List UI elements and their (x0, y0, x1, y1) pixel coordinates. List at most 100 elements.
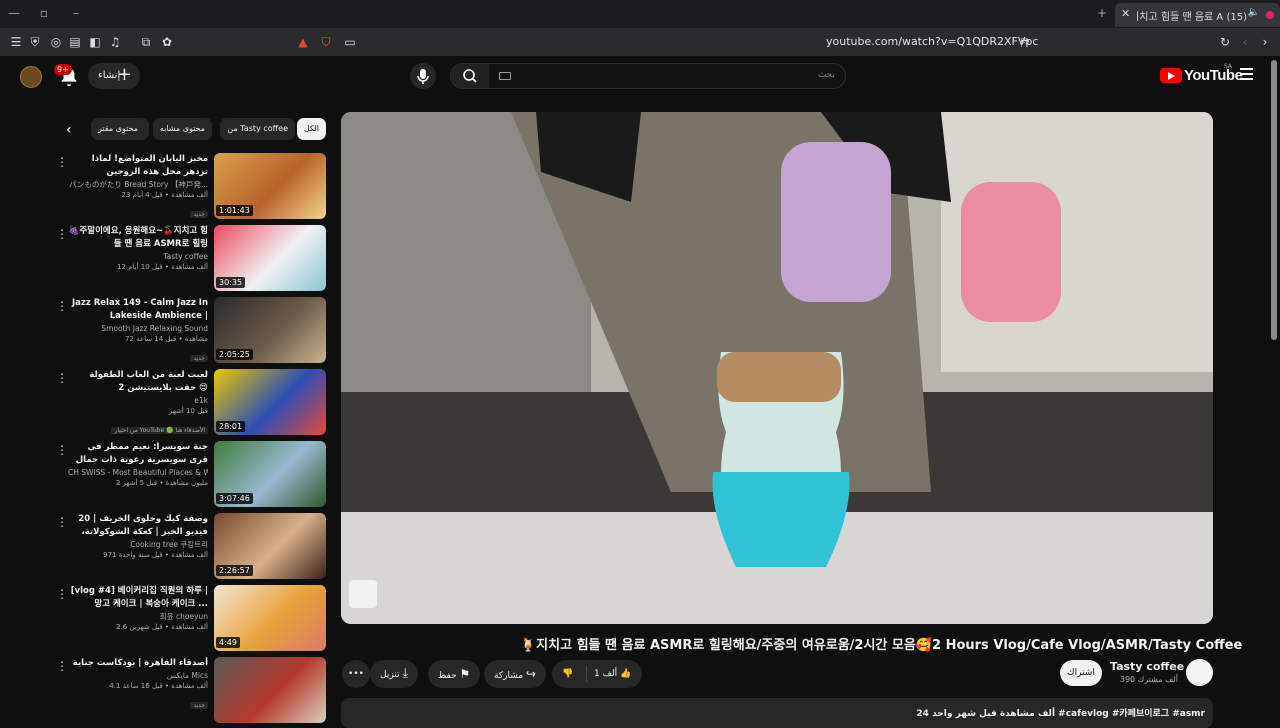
related-thumbnail[interactable]: 3:07:46 (214, 441, 326, 507)
channel-watermark[interactable] (349, 580, 377, 608)
guide-menu-icon[interactable] (1240, 68, 1253, 80)
related-title[interactable]: مخبز اليابان المتواضع! لماذا تزدهر محل ه… (68, 153, 208, 179)
related-title[interactable]: [vlog #4] 베이커리집 직원의 하루 | 망고 케이크 | 복숭아 케이… (68, 585, 208, 611)
share-button[interactable]: مشاركة ↪ (484, 660, 546, 688)
related-title[interactable]: جنة سويسرا: نعيم ممطر في قرى سويسرية رعو… (68, 441, 208, 467)
keyboard-icon[interactable] (499, 72, 511, 80)
related-thumbnail[interactable]: 30:35 (214, 225, 326, 291)
save-button[interactable]: حفظ ⚑ (428, 660, 481, 688)
more-actions-button[interactable]: ••• (342, 660, 370, 688)
related-channel[interactable]: Cooking tree 쿠킹트리 (68, 539, 208, 550)
brave-rewards-icon[interactable]: ▲ (295, 34, 311, 50)
chip-from-channel[interactable]: من Tasty coffee (220, 118, 295, 140)
wallet-icon[interactable]: ▤ (67, 34, 83, 50)
more-vert-icon[interactable]: ⋮ (56, 155, 68, 169)
related-video-item[interactable]: ⋮ مخبز اليابان المتواضع! لماذا تزدهر محل … (56, 153, 326, 221)
search-input[interactable]: بحث (818, 70, 835, 80)
download-button[interactable]: تنزيل ⤓ (370, 660, 419, 688)
related-channel[interactable]: مايكس Mics (68, 670, 208, 681)
address-bar[interactable]: youtube.com/watch?v=Q1QDR2XFVpc (826, 35, 1038, 48)
related-video-item[interactable]: ⋮ [vlog #4] 베이커리집 직원의 하루 | 망고 케이크 | 복숭아 케… (56, 585, 326, 653)
related-title[interactable]: لعبت لعبة من العاب الطفولة حقت بلايستيشن… (68, 369, 208, 395)
like-count: 1 ألف (594, 669, 618, 679)
related-title[interactable]: أصدقاء القاهرة | بودكاست جناية (68, 657, 208, 670)
chip-related[interactable]: محتوى مشابه (152, 118, 212, 140)
share-label: مشاركة (494, 671, 524, 681)
more-vert-icon[interactable]: ⋮ (56, 659, 68, 673)
voice-search-button[interactable] (410, 63, 436, 89)
related-title[interactable]: 🍇주말이에요, 응원해요~🍒지치고 힘들 땐 음료 ASMR로 힐링 (68, 225, 208, 251)
related-video-item[interactable]: ⋮ أصدقاء القاهرة | بودكاست جناية مايكس Mic… (56, 657, 326, 725)
related-thumbnail[interactable]: 1:01:43 (214, 153, 326, 219)
more-vert-icon[interactable]: ⋮ (56, 299, 68, 313)
related-channel[interactable]: CH SWISS - Most Beautiful Places & Walk.… (68, 467, 208, 478)
related-thumbnail[interactable]: 28:01 (214, 369, 326, 435)
search-box[interactable]: بحث (450, 63, 846, 89)
related-thumbnail[interactable]: 4:49 (214, 585, 326, 651)
more-vert-icon[interactable]: ⋮ (56, 227, 68, 241)
more-vert-icon[interactable]: ⋮ (56, 587, 68, 601)
create-button[interactable]: إنشاء + (88, 63, 140, 89)
more-vert-icon[interactable]: ⋮ (56, 371, 68, 385)
description-box[interactable]: 24 ألف مشاهدة قبل شهر واحد #cafevlog #카페… (341, 698, 1213, 728)
related-video-item[interactable]: ⋮ لعبت لعبة من العاب الطفولة حقت بلايستيش… (56, 369, 326, 437)
related-title[interactable]: 20 وصفة كيك وحلوى الخريف | فيديو الخبز |… (68, 513, 208, 539)
related-title[interactable]: Jazz Relax 149 - Calm Jazz In Lakeside A… (68, 297, 208, 323)
related-badge: جديد (190, 211, 208, 218)
avatar[interactable] (20, 66, 42, 88)
chip-all[interactable]: الكل (296, 118, 326, 140)
reload-icon[interactable]: ↻ (1217, 34, 1233, 50)
more-vert-icon[interactable]: ⋮ (56, 443, 68, 457)
more-horizontal-icon: ••• (348, 669, 364, 679)
related-video-item[interactable]: ⋮ 🍇주말이에요, 응원해요~🍒지치고 힘들 땐 음료 ASMR로 힐링 Tasty… (56, 225, 326, 293)
duration-badge: 30:35 (216, 277, 246, 288)
chip-recommended[interactable]: محتوى مقتر (91, 118, 149, 140)
restore-icon[interactable]: ▫ (36, 6, 52, 20)
tab-manager-icon[interactable]: ⧉ (138, 34, 154, 50)
dislike-button[interactable]: 👎 (562, 660, 573, 688)
related-channel[interactable]: 최윤 choeyun (68, 611, 208, 622)
like-button[interactable]: 1 ألف 👍 (594, 660, 631, 688)
thumbs-down-icon: 👎 (562, 669, 574, 679)
related-thumbnail[interactable] (214, 657, 326, 723)
channel-avatar[interactable] (1186, 659, 1213, 686)
minimize-icon[interactable]: — (6, 6, 22, 20)
related-channel[interactable]: Tasty coffee (68, 251, 208, 262)
bookmark-icon[interactable]: ⛿ (1017, 34, 1033, 50)
related-video-item[interactable]: ⋮ 20 وصفة كيك وحلوى الخريف | فيديو الخبز … (56, 513, 326, 581)
more-vert-icon[interactable]: ⋮ (56, 515, 68, 529)
audio-icon[interactable]: 🔈 (1248, 7, 1260, 18)
brave-shields-icon[interactable]: ⛉ (318, 34, 334, 50)
reader-mode-icon[interactable]: ▭ (342, 34, 358, 50)
related-channel[interactable]: パンものがたり Bread Story 【神戸発... (68, 179, 208, 190)
sidebar-icon[interactable]: ◧ (87, 34, 103, 50)
related-video-item[interactable]: ⋮ Jazz Relax 149 - Calm Jazz In Lakeside … (56, 297, 326, 365)
subscribe-button[interactable]: اشتراك (1060, 660, 1102, 686)
share-icon: ↪ (525, 667, 536, 681)
related-thumbnail[interactable]: 2:05:25 (214, 297, 326, 363)
search-button[interactable] (451, 64, 489, 88)
video-frame (341, 112, 1213, 624)
related-channel[interactable]: e1k (68, 395, 208, 406)
hamburger-menu-icon[interactable]: ☰ (8, 34, 24, 50)
shield-icon[interactable]: ⛨ (27, 34, 43, 50)
notification-badge: 9+ (54, 64, 72, 75)
extension-icon[interactable]: ◎ (48, 34, 64, 50)
related-thumbnail[interactable]: 2:26:57 (214, 513, 326, 579)
video-player[interactable] (341, 112, 1213, 624)
related-channel[interactable]: Smooth Jazz Relaxing Sound (68, 323, 208, 334)
tab-title: 지치고 힘들 땐 음료 A (1137, 12, 1224, 23)
related-video-item[interactable]: ⋮ جنة سويسرا: نعيم ممطر في قرى سويسرية رع… (56, 441, 326, 509)
logo-text: YouTube (1184, 67, 1243, 84)
back-icon[interactable]: ‹ (1237, 34, 1253, 50)
channel-name[interactable]: Tasty coffee (1110, 660, 1184, 673)
scrollbar[interactable] (1271, 60, 1277, 340)
forward-icon[interactable]: › (1257, 34, 1273, 50)
close-tab-icon[interactable]: ✕ (1121, 7, 1130, 20)
music-icon[interactable]: ♫ (107, 34, 123, 50)
close-window-icon[interactable]: – (68, 6, 84, 20)
browser-tab[interactable]: ✕ (15) 지치고 힘들 땐 음료 A 🔈 (1115, 3, 1280, 27)
new-tab-icon[interactable]: + (1094, 6, 1110, 20)
settings-icon[interactable]: ✿ (159, 34, 175, 50)
duration-badge: 3:07:46 (216, 493, 253, 504)
